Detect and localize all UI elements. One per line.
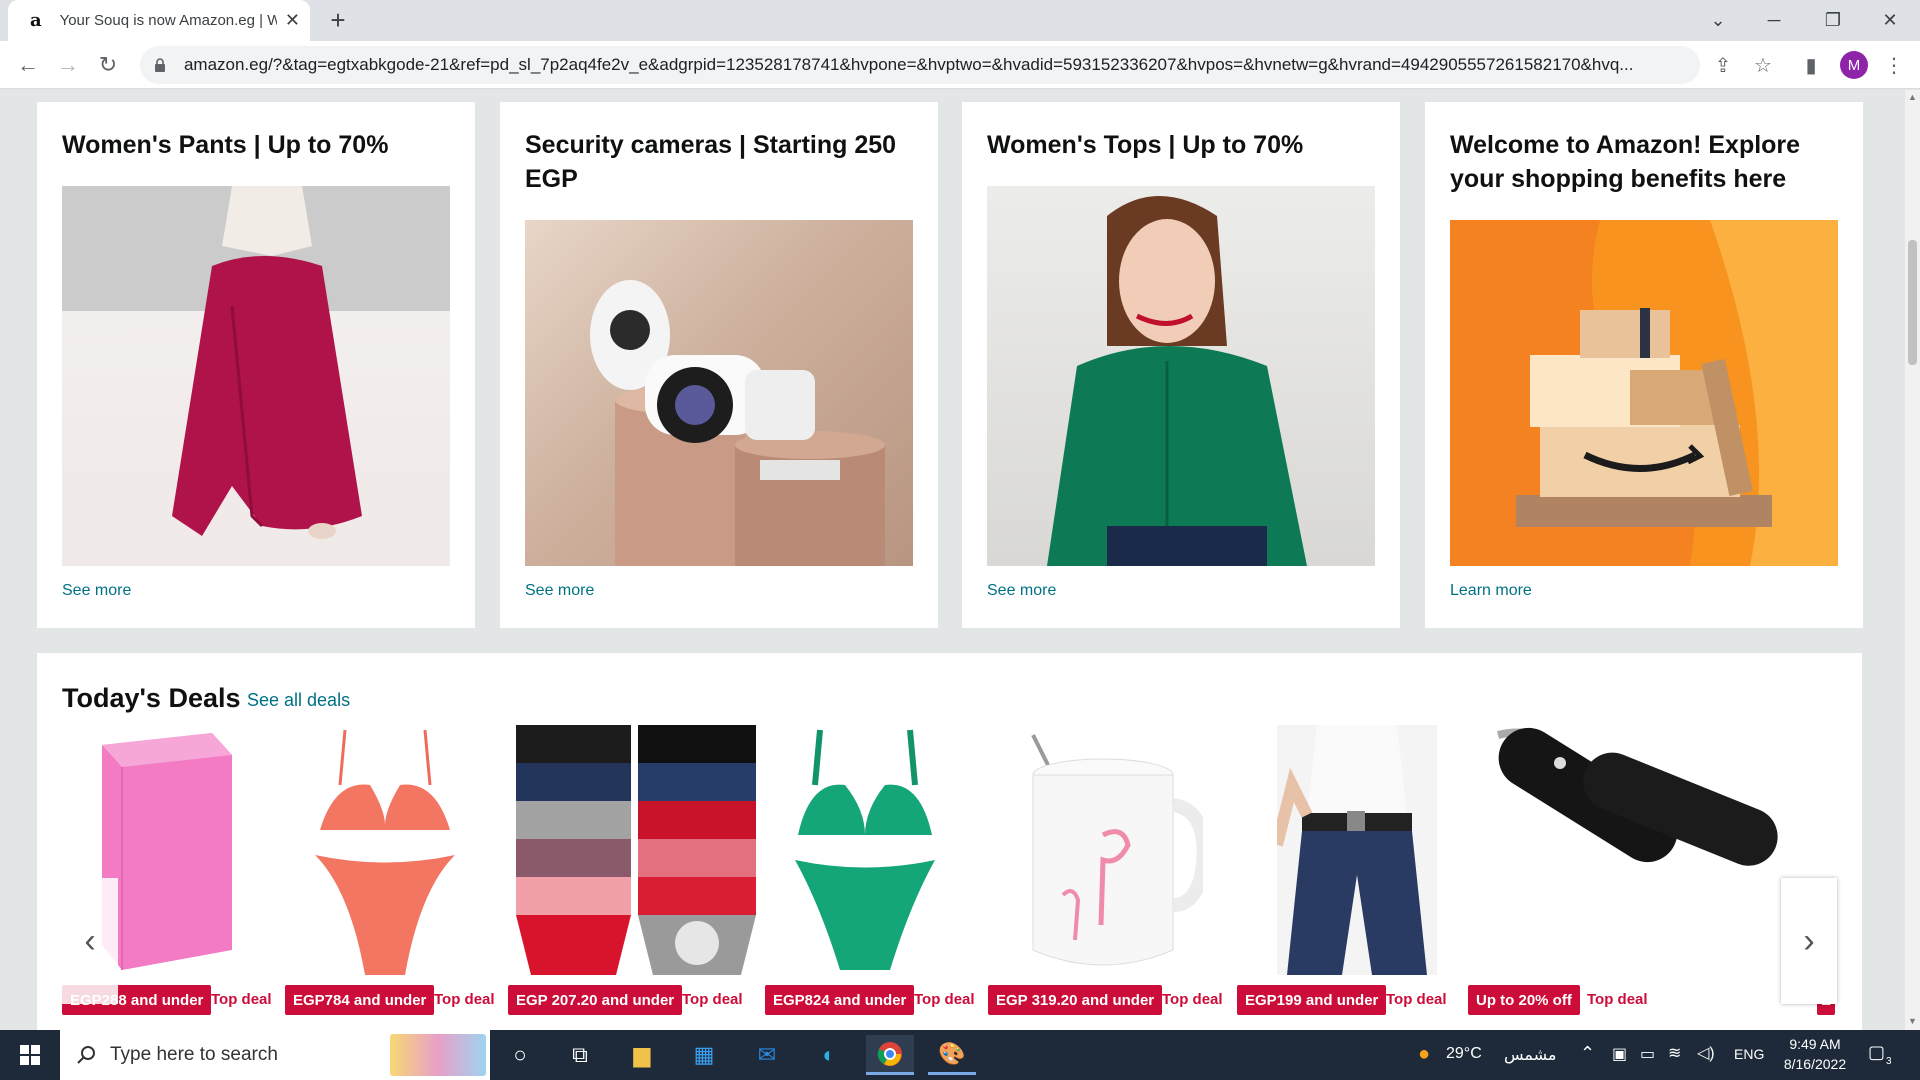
back-icon[interactable]: ← xyxy=(12,49,44,81)
womens-tops-image[interactable] xyxy=(987,186,1375,566)
see-more-link[interactable]: See more xyxy=(62,582,131,600)
learn-more-link[interactable]: Learn more xyxy=(1450,582,1532,600)
menu-dots-icon[interactable]: ⋮ xyxy=(1880,51,1908,79)
scroll-down-arrow-icon[interactable]: ▼ xyxy=(1908,1016,1917,1026)
scroll-thumb[interactable] xyxy=(1908,240,1917,365)
microsoft-store-icon[interactable]: ▦ xyxy=(680,1035,728,1075)
deal-price-badge: EGP784 and under xyxy=(285,985,435,1015)
deal-tag: Top deal xyxy=(1587,991,1648,1008)
volume-icon[interactable]: ◁) xyxy=(1697,1043,1715,1063)
tab-search-chevron-icon[interactable]: ⌄ xyxy=(1690,4,1746,36)
card-womens-tops: Women's Tops | Up to 70% See more xyxy=(962,102,1400,628)
chrome-icon[interactable] xyxy=(866,1035,914,1075)
deal-image[interactable] xyxy=(1013,725,1211,975)
deal-image[interactable] xyxy=(310,725,460,975)
deal-tag: Top deal xyxy=(1386,991,1447,1008)
wifi-icon[interactable]: ≋ xyxy=(1668,1043,1681,1063)
file-explorer-icon[interactable]: ▆ xyxy=(618,1035,666,1075)
deal-price-badge: EGP 207.20 and under xyxy=(508,985,683,1015)
deal-image[interactable] xyxy=(790,725,940,975)
deal-image[interactable] xyxy=(1271,725,1437,975)
windows-start-icon[interactable] xyxy=(0,1030,60,1080)
welcome-boxes-image[interactable] xyxy=(1450,220,1838,566)
tab-strip: a Your Souq is now Amazon.eg | W ✕ + ⌄ ─… xyxy=(0,0,1920,41)
deals-title: Today's Deals xyxy=(62,683,241,713)
share-icon[interactable]: ⇪ xyxy=(1709,51,1737,79)
deal-image[interactable] xyxy=(516,725,756,975)
close-window-button[interactable]: ✕ xyxy=(1862,4,1918,36)
cortana-icon[interactable]: ○ xyxy=(496,1035,544,1075)
new-tab-button[interactable]: + xyxy=(324,5,352,35)
deal-price-badge: EGP824 and under xyxy=(765,985,915,1015)
browser-toolbar: ← → ↻ amazon.eg/?&tag=egtxabkgode-21&ref… xyxy=(0,41,1920,89)
weather-desc: مشمس xyxy=(1504,1047,1557,1064)
url-text: amazon.eg/?&tag=egtxabkgode-21&ref=pd_sl… xyxy=(183,55,1634,74)
language-indicator[interactable]: ENG xyxy=(1734,1046,1764,1062)
weather-sun-icon: ● xyxy=(1418,1043,1431,1065)
security-cameras-image[interactable] xyxy=(525,220,913,566)
carousel-prev-button[interactable]: ‹ xyxy=(62,878,118,1004)
tray-chevron-up-icon[interactable]: ⌃ xyxy=(1580,1043,1595,1064)
deal-tag: Top deal xyxy=(682,991,743,1008)
notification-count: 3 xyxy=(1886,1056,1892,1067)
see-more-link[interactable]: See more xyxy=(987,582,1056,600)
side-panel-icon[interactable]: ▮ xyxy=(1797,51,1825,79)
deal-price-badge: EGP199 and under xyxy=(1237,985,1387,1015)
forward-icon[interactable]: → xyxy=(52,49,84,81)
taskbar-search-box[interactable]: Type here to search xyxy=(60,1030,490,1080)
restore-button[interactable]: ❐ xyxy=(1805,4,1861,36)
close-tab-icon[interactable]: ✕ xyxy=(285,10,300,31)
search-highlight-image xyxy=(390,1034,486,1076)
todays-deals-section: Today's Deals See all deals EGP288 and u… xyxy=(37,653,1862,1030)
deal-price-badge: Up to 20% off xyxy=(1468,985,1580,1015)
deal-tag: Top deal xyxy=(914,991,975,1008)
lock-icon[interactable] xyxy=(154,57,170,73)
card-title: Welcome to Amazon! Explore your shopping… xyxy=(1450,131,1801,193)
windows-taskbar: Type here to search ○ ⧉ ▆ ▦ ✉ ◐ 🎨 ● 29°C… xyxy=(0,1030,1920,1080)
deal-tag: Top deal xyxy=(1162,991,1223,1008)
deal-image[interactable] xyxy=(1468,725,1783,975)
womens-pants-image[interactable] xyxy=(62,186,450,566)
amazon-favicon-icon: a xyxy=(29,10,42,31)
meet-camera-icon[interactable]: ▣ xyxy=(1612,1044,1627,1064)
carousel-next-button[interactable]: › xyxy=(1781,878,1837,1004)
browser-tab[interactable]: a Your Souq is now Amazon.eg | W ✕ xyxy=(8,0,310,41)
weather-temp[interactable]: 29°C xyxy=(1446,1045,1482,1063)
search-placeholder: Type here to search xyxy=(110,1044,278,1065)
page-scrollbar[interactable]: ▲ ▼ xyxy=(1905,90,1920,1030)
card-womens-pants: Women's Pants | Up to 70% See more xyxy=(37,102,475,628)
page-content: Women's Pants | Up to 70% See more Secur… xyxy=(0,90,1905,1030)
clock-date[interactable]: 8/16/2022 xyxy=(1776,1056,1854,1072)
task-view-icon[interactable]: ⧉ xyxy=(556,1035,604,1075)
address-bar[interactable]: amazon.eg/?&tag=egtxabkgode-21&ref=pd_sl… xyxy=(140,46,1700,84)
minimize-button[interactable]: ─ xyxy=(1746,4,1802,36)
profile-avatar[interactable]: M xyxy=(1840,51,1868,79)
card-welcome-amazon: Welcome to Amazon! Explore your shopping… xyxy=(1425,102,1863,628)
see-all-deals-link[interactable]: See all deals xyxy=(247,690,350,711)
paint-icon[interactable]: 🎨 xyxy=(928,1035,976,1075)
battery-icon[interactable]: ▭ xyxy=(1640,1044,1655,1064)
see-more-link[interactable]: See more xyxy=(525,582,594,600)
scroll-up-arrow-icon[interactable]: ▲ xyxy=(1908,92,1917,102)
card-security-cameras: Security cameras | Starting 250 EGP See … xyxy=(500,102,938,628)
notifications-icon[interactable]: ▢ xyxy=(1868,1042,1885,1063)
mail-icon[interactable]: ✉ xyxy=(743,1035,791,1075)
bookmark-star-icon[interactable]: ☆ xyxy=(1749,51,1777,79)
edge-icon[interactable]: ◐ xyxy=(805,1035,853,1075)
deal-tag: Top deal xyxy=(211,991,272,1008)
card-title: Security cameras | Starting 250 EGP xyxy=(525,131,897,193)
reload-icon[interactable]: ↻ xyxy=(92,49,124,81)
clock-time[interactable]: 9:49 AM xyxy=(1780,1036,1850,1052)
deal-tag: Top deal xyxy=(434,991,495,1008)
deal-price-badge: EGP 319.20 and under xyxy=(988,985,1163,1015)
search-icon xyxy=(77,1046,95,1064)
tab-title: Your Souq is now Amazon.eg | W xyxy=(59,12,277,29)
